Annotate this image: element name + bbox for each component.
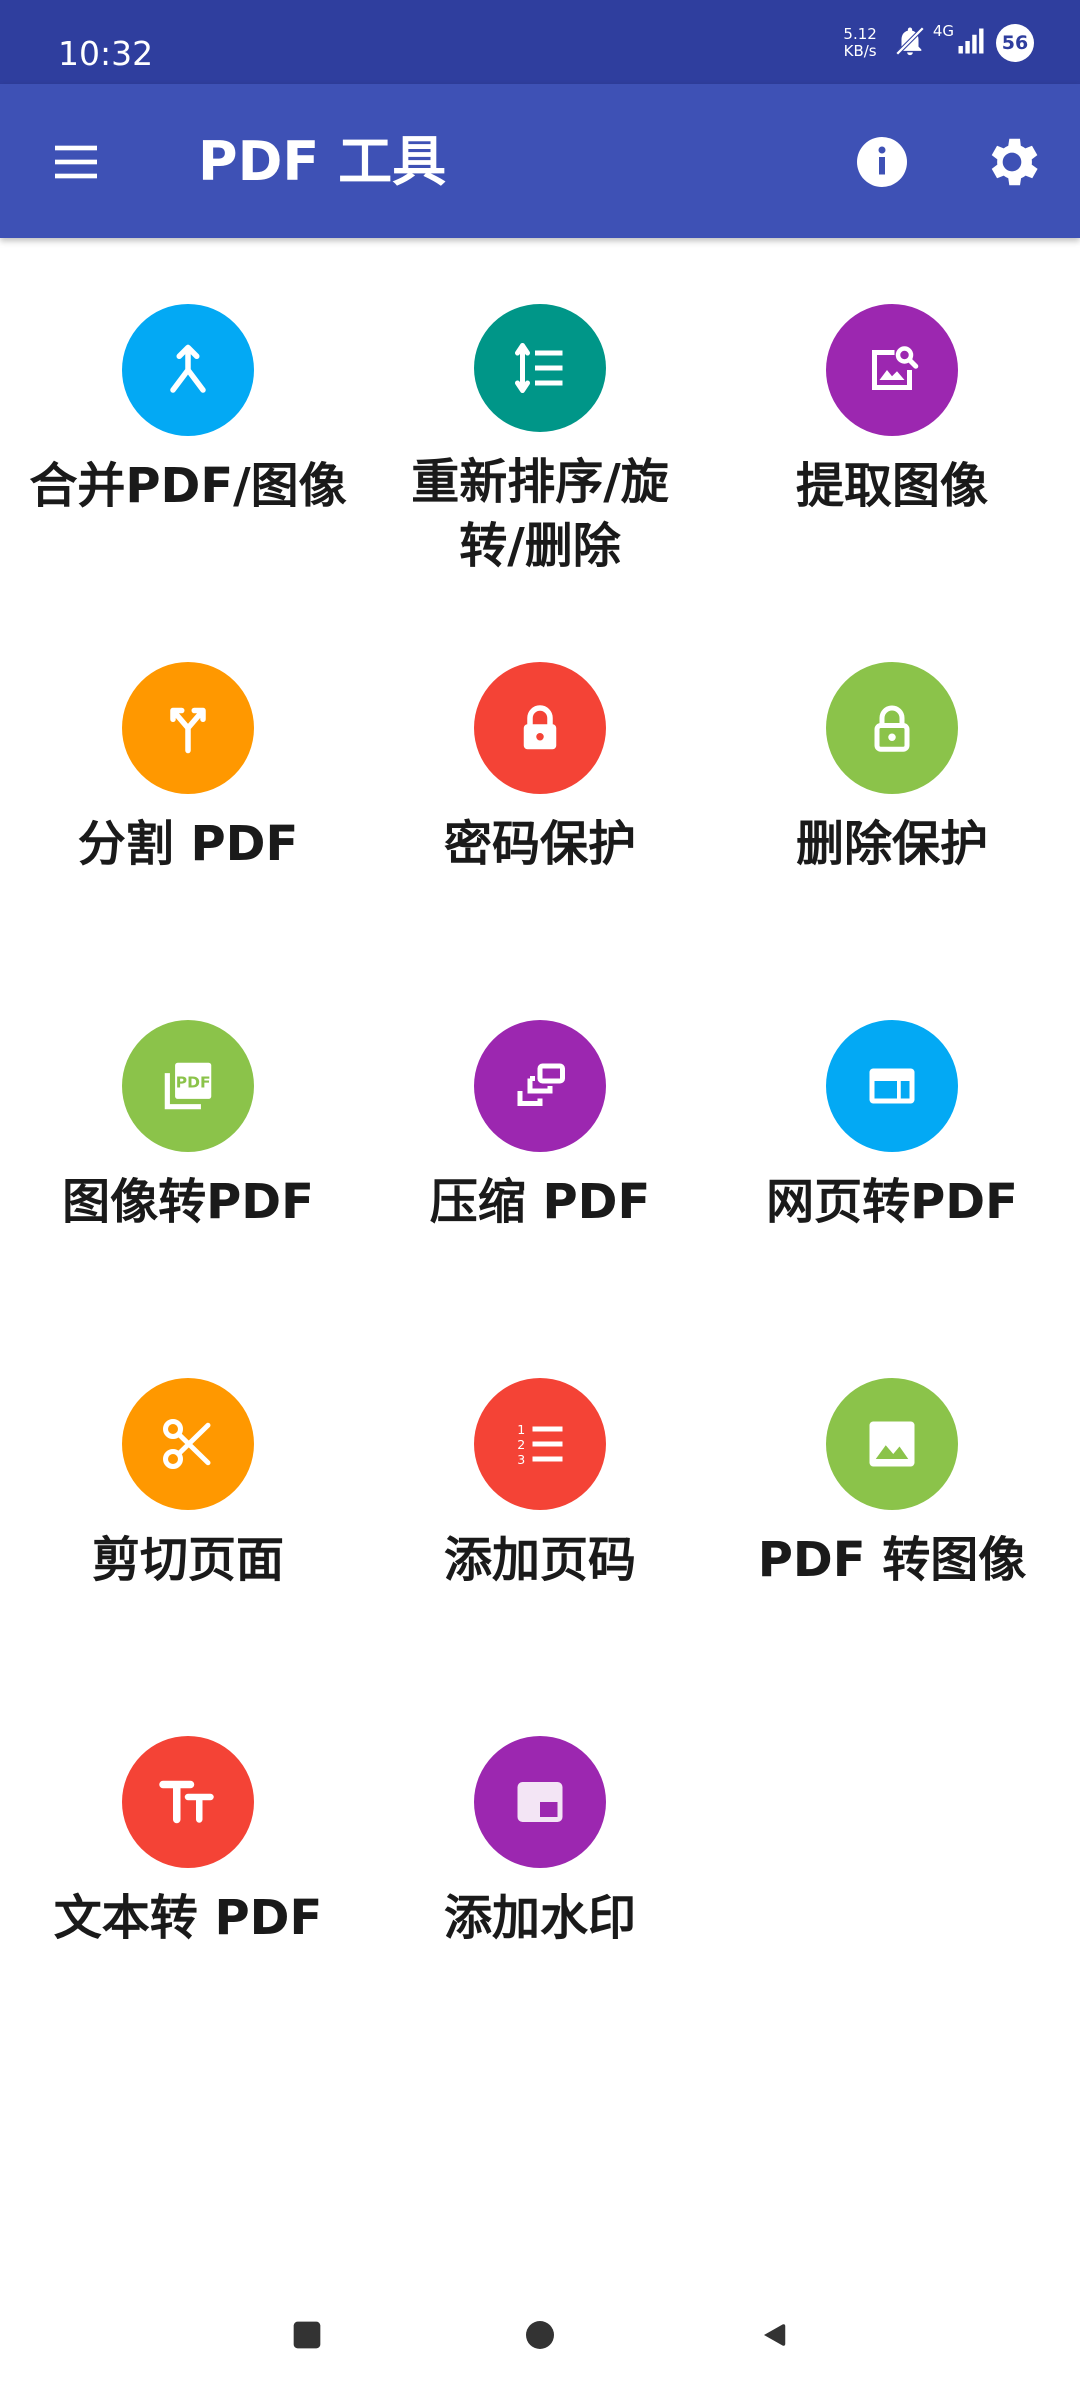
tool-reorder[interactable]: 重新排序/旋转/删除	[360, 238, 720, 578]
scissors-icon	[122, 1378, 254, 1510]
status-time: 10:32	[58, 34, 154, 73]
tool-cut-pages[interactable]: 剪切页面	[8, 1312, 368, 1652]
tool-merge[interactable]: 合并PDF/图像	[8, 238, 368, 578]
info-button[interactable]	[846, 126, 918, 198]
app-bar: PDF 工具	[0, 84, 1080, 238]
system-nav-bar	[0, 2290, 1080, 2380]
tool-label: 压缩 PDF	[429, 1174, 651, 1230]
network-speed: 5.12 KB/s	[843, 26, 876, 60]
tool-label: 网页转PDF	[766, 1174, 1018, 1230]
circle-home-icon	[526, 2321, 554, 2349]
image-search-icon	[826, 304, 958, 436]
svg-text:1: 1	[517, 1422, 525, 1437]
tool-label: 添加页码	[443, 1532, 636, 1588]
lock-icon	[474, 662, 606, 794]
tool-label: 密码保护	[443, 816, 636, 872]
tool-label: PDF 转图像	[757, 1532, 1027, 1588]
tool-compress[interactable]: 压缩 PDF	[360, 954, 720, 1294]
tool-web-to-pdf[interactable]: 网页转PDF	[712, 954, 1072, 1294]
home-button[interactable]	[510, 2310, 570, 2360]
merge-icon	[122, 304, 254, 436]
tool-label: 提取图像	[795, 458, 988, 514]
network-speed-unit: KB/s	[843, 42, 877, 60]
svg-text:PDF: PDF	[176, 1074, 211, 1092]
tool-label: 重新排序/旋转/删除	[411, 454, 669, 574]
tool-label: 分割 PDF	[77, 816, 299, 872]
back-button[interactable]	[744, 2310, 804, 2360]
pdf-images-icon: PDF	[122, 1020, 254, 1152]
svg-text:3: 3	[517, 1452, 525, 1467]
unlock-icon	[826, 662, 958, 794]
tool-split[interactable]: 分割 PDF	[8, 596, 368, 936]
tool-text-to-pdf[interactable]: 文本转 PDF	[8, 1670, 368, 2010]
menu-button[interactable]	[40, 126, 112, 198]
bell-muted-icon	[893, 24, 927, 62]
hamburger-menu-icon	[55, 145, 97, 179]
settings-button[interactable]	[976, 126, 1048, 198]
tool-add-watermark[interactable]: 添加水印	[360, 1670, 720, 2010]
web-page-icon	[826, 1020, 958, 1152]
tool-label: 剪切页面	[91, 1532, 284, 1588]
watermark-icon	[474, 1736, 606, 1868]
tool-image-to-pdf[interactable]: PDF 图像转PDF	[8, 954, 368, 1294]
tool-label: 文本转 PDF	[53, 1890, 323, 1946]
svg-text:2: 2	[517, 1437, 525, 1452]
tool-pdf-to-image[interactable]: PDF 转图像	[712, 1312, 1072, 1652]
status-indicators: 5.12 KB/s 4G 56	[843, 18, 1034, 68]
battery-level: 56	[996, 24, 1034, 62]
page-title: PDF 工具	[198, 130, 447, 193]
numbered-list-icon: 1 2 3	[474, 1378, 606, 1510]
tool-label: 图像转PDF	[62, 1174, 314, 1230]
tool-label: 添加水印	[443, 1890, 636, 1946]
tool-password-protect[interactable]: 密码保护	[360, 596, 720, 936]
square-recents-icon	[293, 2321, 321, 2349]
status-bar: 10:32 5.12 KB/s 4G 56	[0, 0, 1080, 84]
tool-label: 合并PDF/图像	[29, 458, 347, 514]
info-icon	[857, 137, 907, 187]
text-size-icon	[122, 1736, 254, 1868]
triangle-back-icon	[764, 2324, 786, 2346]
reorder-icon	[474, 304, 606, 432]
signal-icon	[956, 26, 986, 60]
compress-icon	[474, 1020, 606, 1152]
image-icon	[826, 1378, 958, 1510]
tool-label: 删除保护	[795, 816, 988, 872]
tool-add-page-numbers[interactable]: 1 2 3 添加页码	[360, 1312, 720, 1652]
gear-icon	[991, 138, 1038, 186]
split-icon	[122, 662, 254, 794]
tool-remove-protection[interactable]: 删除保护	[712, 596, 1072, 936]
network-speed-value: 5.12	[843, 25, 877, 43]
tool-extract-images[interactable]: 提取图像	[712, 238, 1072, 578]
recents-button[interactable]	[277, 2310, 337, 2360]
network-type-label: 4G	[932, 22, 954, 40]
